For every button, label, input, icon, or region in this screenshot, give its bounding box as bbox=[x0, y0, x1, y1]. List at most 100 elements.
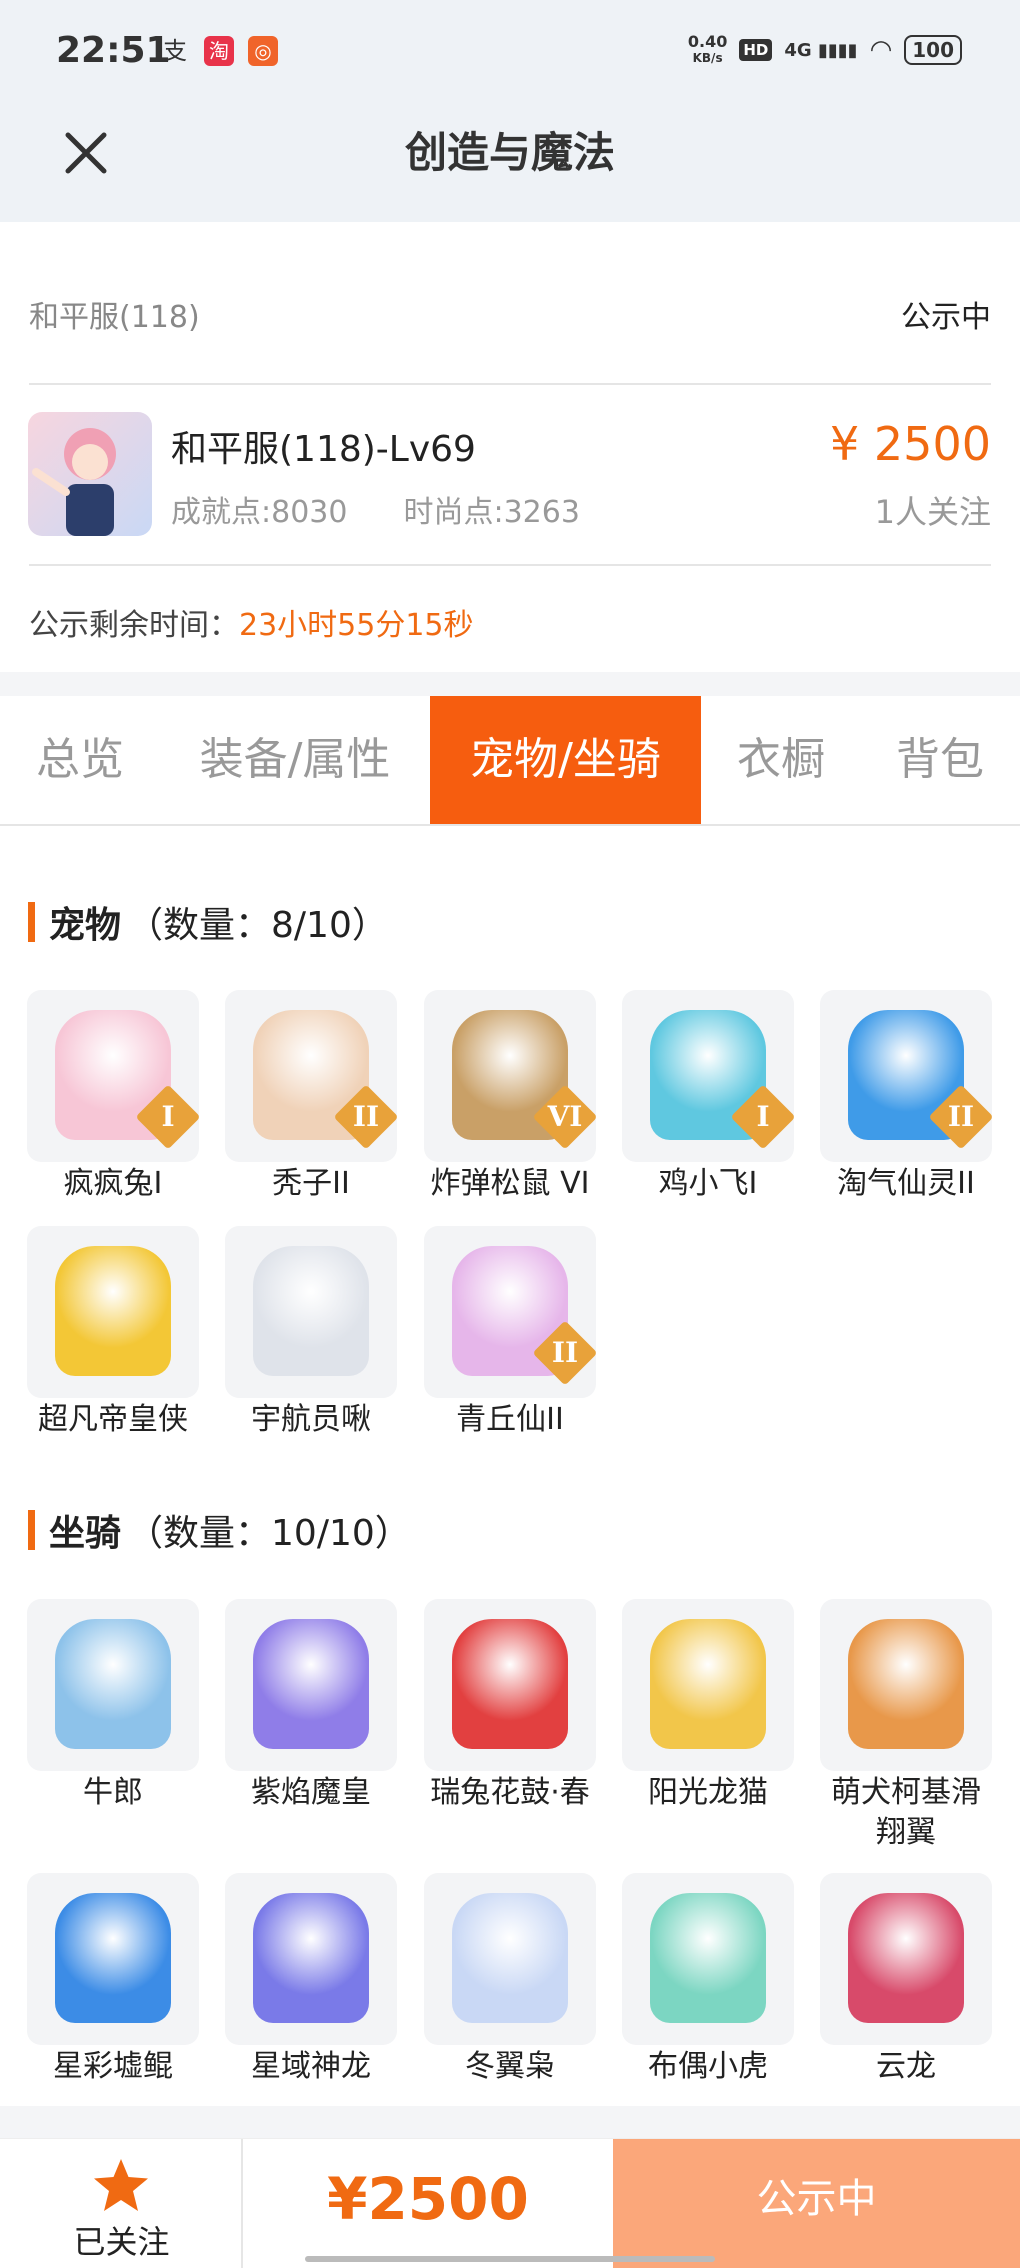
mount-card[interactable]: 云龙 bbox=[820, 1873, 992, 2087]
tab-pets-mounts[interactable]: 宠物/坐骑 bbox=[430, 696, 701, 824]
pet-card[interactable]: 宇航员啾 bbox=[225, 1226, 397, 1440]
pet-card[interactable]: II 淘气仙灵II bbox=[820, 990, 992, 1204]
divider bbox=[29, 564, 991, 566]
mount-art bbox=[452, 1893, 568, 2023]
mount-name: 云龙 bbox=[876, 2049, 936, 2084]
role-stats: 成就点:8030 时尚点:3263 bbox=[171, 487, 580, 531]
pet-art bbox=[55, 1246, 171, 1376]
app-icon: ◎ bbox=[248, 36, 278, 66]
mount-card[interactable]: 冬翼枭 bbox=[424, 1873, 596, 2087]
mount-image bbox=[27, 1873, 199, 2045]
mount-card[interactable]: 萌犬柯基滑翔翼 bbox=[820, 1599, 992, 1853]
mount-name: 阳光龙猫 bbox=[648, 1775, 768, 1810]
wifi-icon: ◠ bbox=[869, 35, 893, 65]
tab-backpack[interactable]: 背包 bbox=[870, 696, 1010, 824]
pet-card[interactable]: I 鸡小飞I bbox=[622, 990, 794, 1204]
pet-card[interactable]: II 青丘仙II bbox=[424, 1226, 596, 1440]
pet-card[interactable]: VI 炸弹松鼠 VI bbox=[424, 990, 596, 1204]
mount-name: 星域神龙 bbox=[251, 2049, 371, 2084]
pet-name: 疯疯兔I bbox=[63, 1166, 163, 1201]
tab-equipment[interactable]: 装备/属性 bbox=[170, 696, 420, 824]
pet-image bbox=[225, 1226, 397, 1398]
mount-image bbox=[424, 1599, 596, 1771]
mount-name: 瑞兔花鼓·春 bbox=[430, 1775, 590, 1810]
role-name: 和平服(118)-Lv69 bbox=[171, 429, 476, 470]
remaining-time: 公示剩余时间：23小时55分15秒 bbox=[29, 608, 474, 643]
nav-bar: 创造与魔法 bbox=[0, 105, 1020, 222]
mount-art bbox=[253, 1893, 369, 2023]
pet-card[interactable]: 超凡帝皇侠 bbox=[27, 1226, 199, 1440]
pet-image: II bbox=[424, 1226, 596, 1398]
mount-card[interactable]: 布偶小虎 bbox=[622, 1873, 794, 2087]
mount-card[interactable]: 星域神龙 bbox=[225, 1873, 397, 2087]
pet-name: 宇航员啾 bbox=[251, 1402, 371, 1437]
battery-icon: 100 bbox=[904, 35, 962, 65]
pet-art bbox=[253, 1246, 369, 1376]
follow-button[interactable]: 已关注 bbox=[0, 2139, 243, 2268]
status-right: 0.40 KB/s HD 4G ▮▮▮▮ ◠ 100 bbox=[688, 34, 962, 66]
price: ¥ 2500 bbox=[830, 417, 991, 471]
mount-name: 牛郎 bbox=[83, 1775, 143, 1810]
mount-image bbox=[225, 1599, 397, 1771]
pet-image: I bbox=[27, 990, 199, 1162]
grade-text: VI bbox=[547, 1100, 583, 1133]
pets-section-title: 宠物 （数量：8/10） bbox=[28, 896, 388, 948]
pet-name: 秃子II bbox=[272, 1166, 350, 1201]
tab-wardrobe[interactable]: 衣橱 bbox=[711, 696, 851, 824]
pet-image: VI bbox=[424, 990, 596, 1162]
public-notice-button[interactable]: 公示中 bbox=[613, 2139, 1020, 2268]
hd-icon: HD bbox=[739, 39, 773, 61]
pet-name: 青丘仙II bbox=[456, 1402, 564, 1437]
status-time: 22:51 bbox=[56, 30, 171, 71]
mount-name: 萌犬柯基滑翔翼 bbox=[831, 1775, 981, 1850]
mount-image bbox=[27, 1599, 199, 1771]
tab-bar: 总览 装备/属性 宠物/坐骑 衣橱 背包 bbox=[0, 696, 1020, 826]
net-speed: 0.40 KB/s bbox=[687, 32, 728, 66]
grade-text: I bbox=[756, 1100, 770, 1133]
pet-card[interactable]: I 疯疯兔I bbox=[27, 990, 199, 1204]
pet-name: 超凡帝皇侠 bbox=[38, 1402, 188, 1437]
mount-art bbox=[650, 1893, 766, 2023]
mount-image bbox=[820, 1599, 992, 1771]
mount-card[interactable]: 阳光龙猫 bbox=[622, 1599, 794, 1813]
taobao-icon: 淘 bbox=[204, 36, 234, 66]
mount-card[interactable]: 瑞兔花鼓·春 bbox=[424, 1599, 596, 1813]
mount-name: 布偶小虎 bbox=[648, 2049, 768, 2084]
pet-name: 淘气仙灵II bbox=[837, 1166, 975, 1201]
mount-art bbox=[848, 1893, 964, 2023]
grade-text: II bbox=[352, 1100, 380, 1133]
tab-overview[interactable]: 总览 bbox=[0, 696, 160, 824]
star-icon bbox=[94, 2159, 148, 2211]
server-label: 和平服(118) bbox=[29, 300, 200, 335]
mount-card[interactable]: 牛郎 bbox=[27, 1599, 199, 1813]
avatar bbox=[28, 412, 152, 536]
section-gap bbox=[0, 672, 1020, 696]
alipay-icon: 支 bbox=[163, 37, 187, 65]
mount-name: 冬翼枭 bbox=[465, 2049, 555, 2084]
status-bar: 22:51 支 淘 ◎ 0.40 KB/s HD 4G ▮▮▮▮ ◠ 100 bbox=[0, 0, 1020, 105]
mount-art bbox=[848, 1619, 964, 1749]
footer-price: ¥2500 bbox=[327, 2165, 529, 2233]
mount-art bbox=[55, 1893, 171, 2023]
pet-card[interactable]: II 秃子II bbox=[225, 990, 397, 1204]
achievement-points: 成就点:8030 bbox=[171, 495, 348, 530]
pet-image bbox=[27, 1226, 199, 1398]
mount-art bbox=[253, 1619, 369, 1749]
fashion-points: 时尚点:3263 bbox=[403, 495, 580, 530]
section-gap bbox=[0, 2106, 1020, 2138]
grade-text: I bbox=[161, 1100, 175, 1133]
mount-card[interactable]: 星彩墟鲲 bbox=[27, 1873, 199, 2087]
mounts-section-title: 坐骑 （数量：10/10） bbox=[28, 1504, 411, 1556]
pet-image: I bbox=[622, 990, 794, 1162]
pet-name: 鸡小飞I bbox=[658, 1166, 758, 1201]
mount-image bbox=[225, 1873, 397, 2045]
mount-image bbox=[622, 1599, 794, 1771]
mount-art bbox=[55, 1619, 171, 1749]
page-title: 创造与魔法 bbox=[404, 128, 615, 177]
mount-art bbox=[650, 1619, 766, 1749]
follow-label: 已关注 bbox=[73, 2223, 170, 2261]
mount-image bbox=[424, 1873, 596, 2045]
bottom-bar: 已关注 ¥2500 公示中 bbox=[0, 2138, 1020, 2268]
mount-art bbox=[452, 1619, 568, 1749]
mount-card[interactable]: 紫焰魔皇 bbox=[225, 1599, 397, 1813]
